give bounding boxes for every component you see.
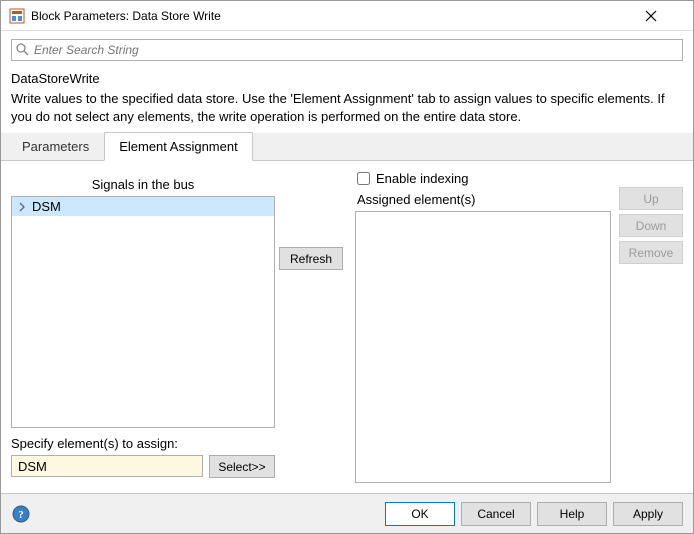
specify-input-row: Select>> [11,455,275,478]
signals-label: Signals in the bus [11,171,275,196]
assigned-elements-list[interactable] [355,211,611,483]
app-icon [9,8,25,24]
close-icon [645,10,657,22]
refresh-button[interactable]: Refresh [279,247,343,270]
select-button[interactable]: Select>> [209,455,275,478]
window-title: Block Parameters: Data Store Write [31,9,645,23]
assigned-label: Assigned element(s) [355,190,611,211]
help-icon[interactable]: ? [11,504,31,524]
block-name: DataStoreWrite [11,71,683,86]
right-column: Enable indexing Assigned element(s) [347,171,611,483]
cancel-button[interactable]: Cancel [461,502,531,526]
help-button[interactable]: Help [537,502,607,526]
footer: ? OK Cancel Help Apply [1,493,693,533]
remove-button[interactable]: Remove [619,241,683,264]
search-row [1,31,693,67]
tree-item-label: DSM [32,199,61,214]
description-area: DataStoreWrite Write values to the speci… [1,67,693,133]
tab-bar: Parameters Element Assignment [1,133,693,161]
mid-column: Refresh [275,171,347,483]
signals-tree[interactable]: DSM [11,196,275,428]
block-description: Write values to the specified data store… [11,90,683,125]
tree-item-dsm[interactable]: DSM [12,197,274,216]
chevron-right-icon [18,202,28,212]
specify-row: Specify element(s) to assign: Select>> [11,436,275,478]
tab-content: Signals in the bus DSM Specify element(s… [1,161,693,493]
close-button[interactable] [645,10,685,22]
down-button[interactable]: Down [619,214,683,237]
apply-button[interactable]: Apply [613,502,683,526]
search-input[interactable] [11,39,683,61]
search-box [11,39,683,61]
main-row: Signals in the bus DSM Specify element(s… [11,171,683,483]
tab-element-assignment[interactable]: Element Assignment [104,132,253,161]
search-icon [15,42,29,56]
enable-indexing-label: Enable indexing [376,171,469,186]
enable-indexing-checkbox[interactable] [357,172,370,185]
ok-button[interactable]: OK [385,502,455,526]
right-button-column: Up Down Remove [611,171,683,483]
dialog-window: Block Parameters: Data Store Write DataS… [0,0,694,534]
left-column: Signals in the bus DSM Specify element(s… [11,171,275,483]
svg-text:?: ? [18,509,24,521]
enable-indexing-row: Enable indexing [355,171,611,186]
up-button[interactable]: Up [619,187,683,210]
tab-parameters[interactable]: Parameters [7,132,104,160]
specify-label: Specify element(s) to assign: [11,436,275,451]
titlebar: Block Parameters: Data Store Write [1,1,693,31]
specify-input[interactable] [11,455,203,477]
